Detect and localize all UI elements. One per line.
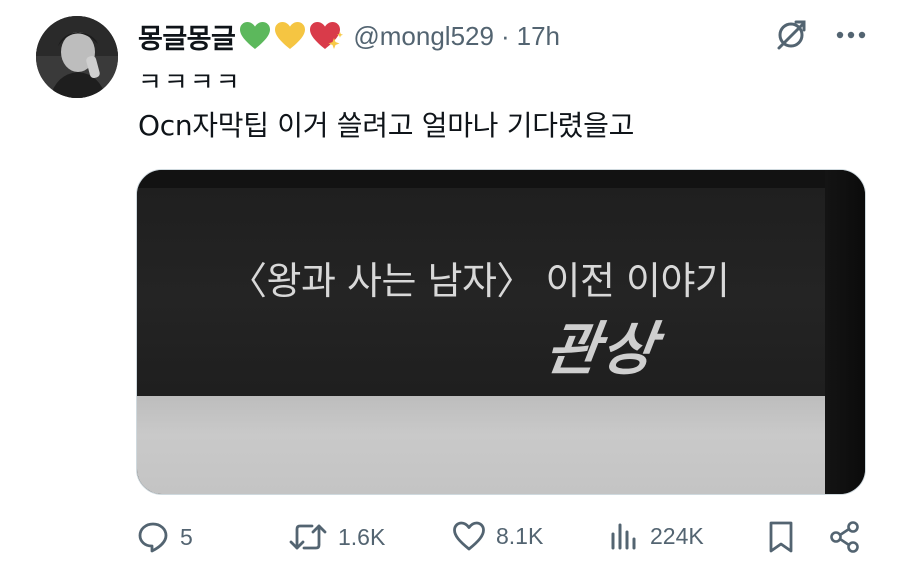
reply-button[interactable]: 5 (136, 520, 193, 554)
timestamp[interactable]: 17h (517, 21, 560, 52)
display-name[interactable]: 몽글몽글 (138, 17, 236, 56)
media-frame-top (137, 170, 865, 190)
grok-icon[interactable] (774, 18, 808, 52)
retweet-count: 1.6K (338, 523, 386, 550)
tweet-text-line-1: ㅋㅋㅋㅋ (138, 68, 242, 98)
views-chart-icon (611, 523, 636, 550)
bookmark-button[interactable] (766, 520, 796, 554)
yellow-heart-icon (275, 22, 306, 49)
user-handle[interactable]: @mongl529 (353, 21, 494, 52)
media-subtitle-text: 〈왕과 사는 남자〉 이전 이야기 (229, 259, 730, 303)
share-button[interactable] (828, 520, 862, 554)
retweet-icon (289, 524, 327, 550)
heart-icon (453, 521, 485, 551)
sparkling-heart-icon (310, 22, 344, 49)
tweet: 몽글몽글 @mongl529 · 17h ㅋㅋㅋㅋ Ocn자막팁 이거 쓸려고 … (0, 0, 900, 564)
media-bezel (825, 170, 865, 494)
reply-icon (138, 522, 168, 553)
views-button[interactable]: 224K (608, 520, 704, 552)
reply-count: 5 (180, 523, 193, 550)
name-emojis (239, 20, 345, 52)
tweet-header: 몽글몽글 @mongl529 · 17h (138, 16, 560, 56)
tweet-media-image[interactable]: 〈왕과 사는 남자〉 이전 이야기 관상 (136, 169, 866, 495)
separator-dot: · (500, 20, 510, 51)
action-bar: 5 1.6K 8.1K 224K (136, 520, 866, 560)
more-options-icon[interactable] (836, 30, 866, 40)
tweet-text-line-2: Ocn자막팁 이거 쓸려고 얼마나 기다렸을고 (138, 109, 635, 142)
share-icon (830, 521, 859, 553)
like-button[interactable]: 8.1K (452, 520, 543, 552)
views-count: 224K (650, 522, 704, 549)
bookmark-icon (769, 521, 793, 553)
avatar[interactable] (36, 16, 118, 98)
green-heart-icon (240, 22, 271, 49)
media-title-calligraphy: 관상 (541, 315, 662, 383)
header-actions (774, 18, 866, 52)
like-count: 8.1K (496, 522, 544, 549)
retweet-button[interactable]: 1.6K (288, 520, 385, 554)
media-screen-lower (137, 396, 827, 494)
avatar-photo (36, 16, 118, 98)
